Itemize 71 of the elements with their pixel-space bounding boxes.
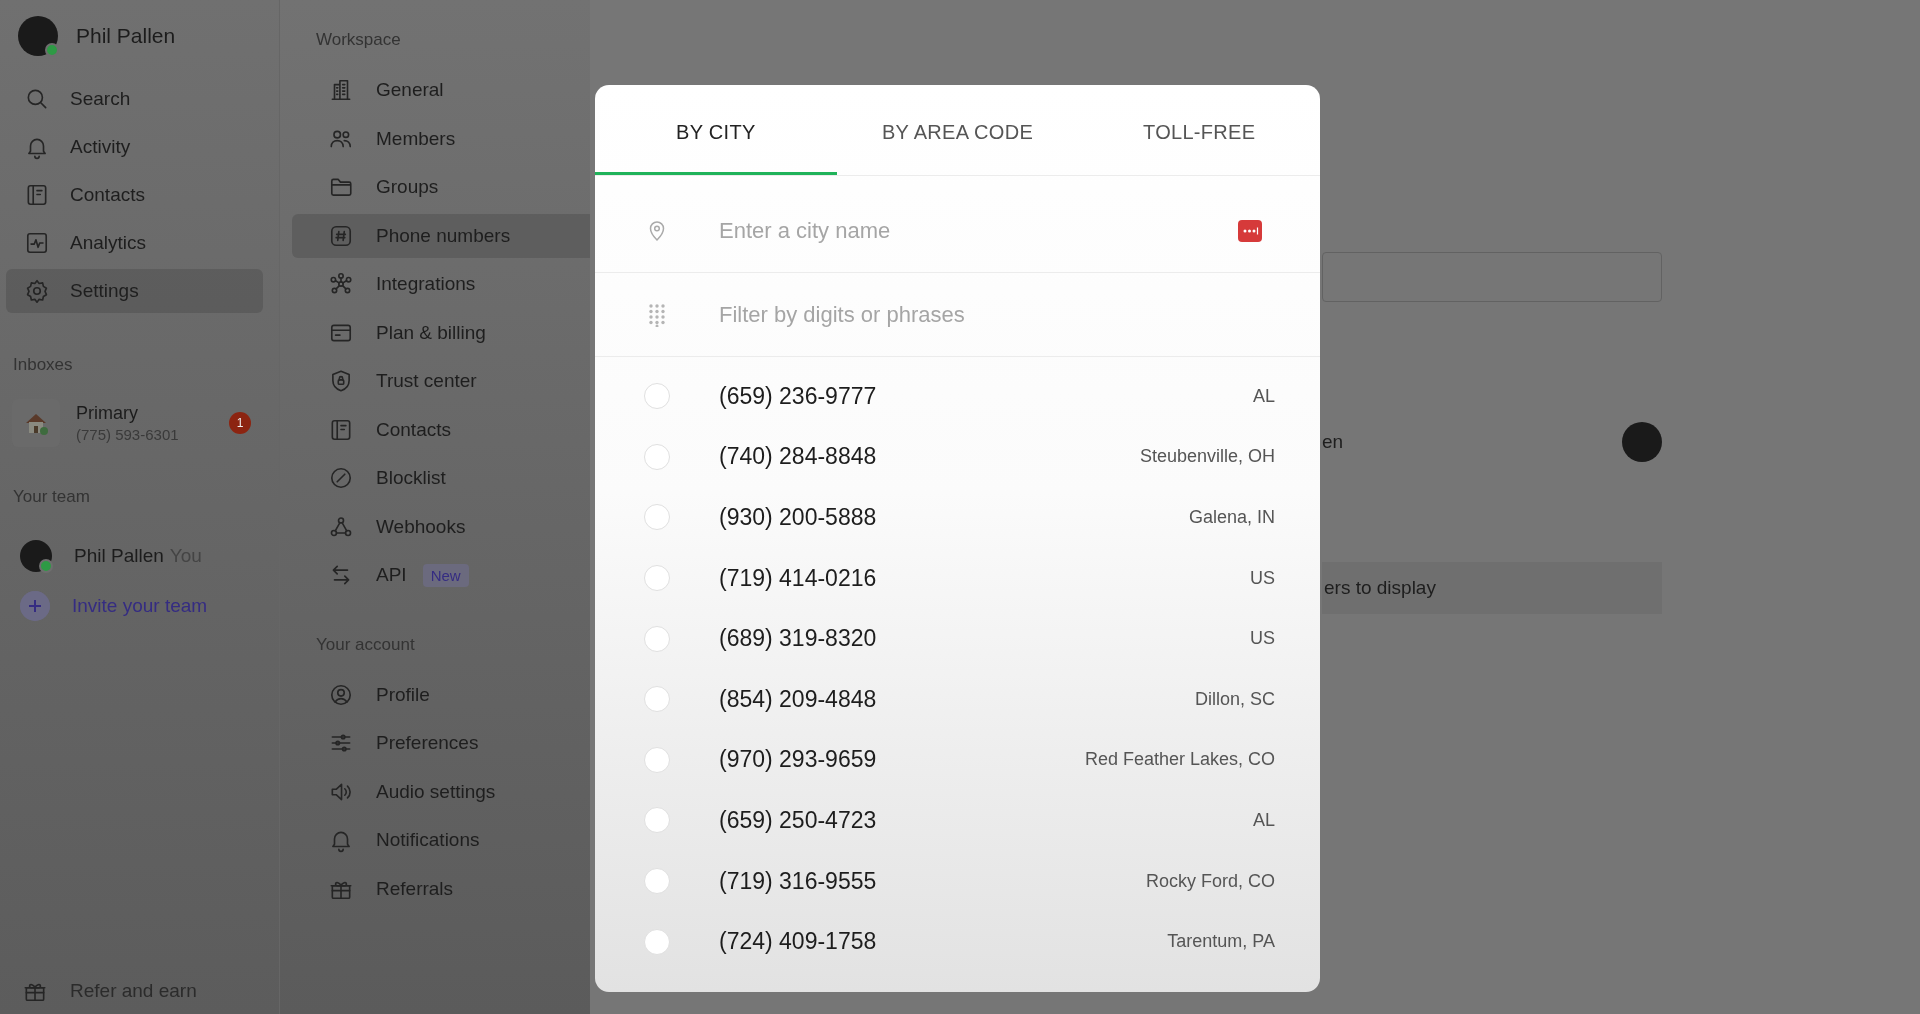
- number-location: Steubenville, OH: [1139, 446, 1275, 468]
- radio-button[interactable]: [644, 807, 670, 834]
- city-field[interactable]: Enter a city name: [719, 218, 1238, 244]
- avatar[interactable]: [18, 16, 58, 56]
- nav-item[interactable]: Analytics: [6, 221, 263, 265]
- radio-button[interactable]: [644, 504, 670, 531]
- settings-nav-item[interactable]: Webhooks: [292, 504, 590, 549]
- settings-nav-item[interactable]: Profile: [292, 672, 590, 717]
- settings-nav-item[interactable]: Audio settings: [292, 769, 590, 814]
- nav-item[interactable]: Settings: [6, 269, 263, 313]
- settings-nav-item[interactable]: Members: [292, 116, 590, 161]
- tab[interactable]: BY AREA CODE: [836, 85, 1079, 175]
- user-name: Phil Pallen: [76, 24, 176, 48]
- number-location: Dillon, SC: [1194, 688, 1275, 710]
- number-location: AL: [1252, 385, 1275, 407]
- number-location: Rocky Ford, CO: [1145, 870, 1275, 892]
- tab[interactable]: BY CITY: [595, 85, 837, 175]
- settings-nav-item[interactable]: Notifications: [292, 818, 590, 862]
- phone-number: (659) 236-9777: [719, 382, 878, 410]
- block-icon: [328, 465, 354, 491]
- settings-nav-item[interactable]: Blocklist: [292, 456, 590, 500]
- settings-nav-item[interactable]: Groups: [292, 165, 590, 209]
- phone-number: (724) 409-1758: [719, 928, 878, 956]
- radio-button[interactable]: [644, 686, 670, 713]
- chart-icon: [24, 230, 50, 256]
- radio-button[interactable]: [644, 383, 670, 410]
- new-badge: New: [422, 563, 469, 587]
- number-location: Tarentum, PA: [1167, 931, 1275, 953]
- unread-badge: 1: [229, 412, 251, 434]
- phone-number: (930) 200-5888: [719, 504, 878, 531]
- phone-number: (970) 293-9659: [719, 746, 878, 774]
- phone-number: (740) 284-8848: [719, 443, 878, 471]
- radio-button[interactable]: [644, 565, 670, 592]
- radio-button[interactable]: [644, 625, 670, 652]
- phone-number: (719) 414-0216: [719, 564, 878, 592]
- nav-item[interactable]: Search: [6, 77, 263, 121]
- number-location: Galena, IN: [1188, 507, 1275, 528]
- phone-number: (689) 319-8320: [719, 625, 878, 653]
- empty-state: ers to display: [1322, 562, 1662, 614]
- nav-item[interactable]: Activity: [6, 125, 263, 169]
- settings-nav-item[interactable]: Phone numbers: [292, 213, 590, 258]
- section-label: Workspace: [315, 30, 402, 50]
- tab[interactable]: TOLL-FREE: [1078, 85, 1320, 175]
- settings-nav-item[interactable]: Preferences: [292, 721, 590, 765]
- radio-button[interactable]: [644, 928, 670, 955]
- phone-number: (659) 250-4723: [719, 806, 878, 834]
- member-name: Phil Pallen: [74, 545, 164, 566]
- phone-number: (719) 316-9555: [719, 867, 878, 895]
- member-name: en: [1322, 431, 1344, 453]
- number-location: AL: [1252, 809, 1275, 831]
- invite-button[interactable]: Invite your team: [0, 581, 279, 631]
- radio-button[interactable]: [644, 746, 670, 773]
- phone-number: (854) 209-4848: [719, 685, 878, 713]
- inbox-name[interactable]: Primary: [76, 403, 213, 424]
- radio-button[interactable]: [644, 443, 670, 470]
- settings-nav-item[interactable]: Trust center: [292, 359, 590, 403]
- settings-nav-item[interactable]: Referrals: [292, 866, 590, 911]
- settings-nav-item[interactable]: Contacts: [292, 407, 590, 452]
- number-location: Red Feather Lakes, CO: [1084, 749, 1275, 771]
- nav-item[interactable]: Contacts: [6, 173, 263, 217]
- settings-nav-item[interactable]: Integrations: [292, 262, 590, 306]
- filter-field[interactable]: Filter by digits or phrases: [719, 301, 1238, 328]
- number-location: US: [1250, 567, 1275, 589]
- settings-nav-item[interactable]: Plan & billing: [292, 310, 590, 355]
- settings-icon: [24, 278, 50, 304]
- radio-button[interactable]: [644, 868, 670, 895]
- settings-nav-item[interactable]: General: [292, 68, 590, 112]
- settings-nav-item[interactable]: API New: [292, 553, 590, 597]
- number-location: US: [1250, 628, 1275, 650]
- avatar: [1622, 422, 1662, 462]
- password-manager-icon[interactable]: [1238, 220, 1262, 242]
